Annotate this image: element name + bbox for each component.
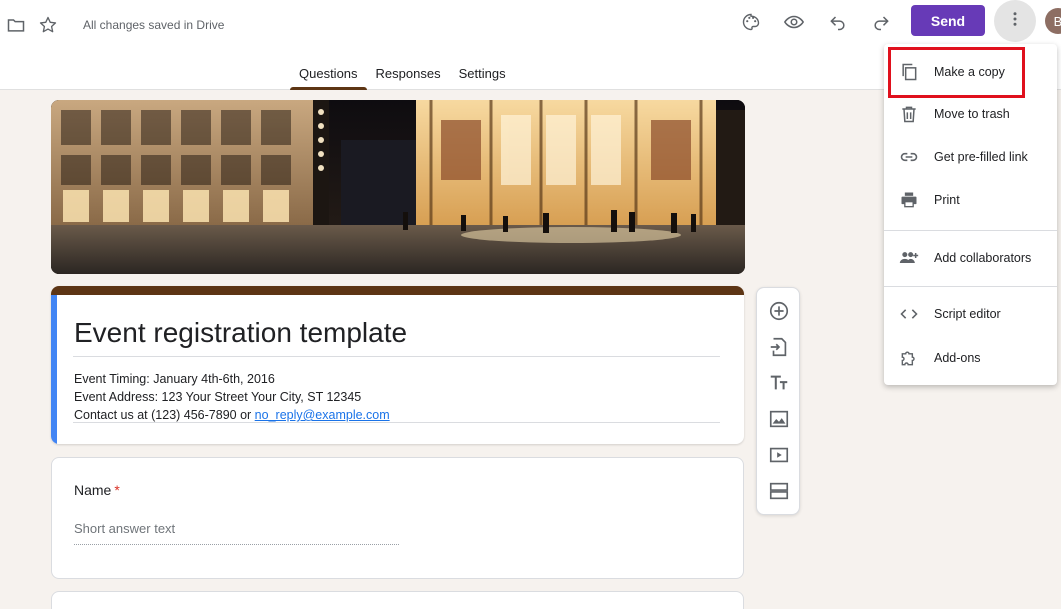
menu-item-get-pre-filled-link[interactable]: Get pre-filled link xyxy=(884,137,1057,177)
theme-band xyxy=(51,286,744,295)
form-title-card[interactable]: Event registration template Event Timing… xyxy=(51,286,744,444)
add-video-icon[interactable] xyxy=(767,443,791,467)
question-card-name[interactable]: Name * Short answer text xyxy=(51,457,744,579)
contact-email-link[interactable]: no_reply@example.com xyxy=(255,408,390,422)
menu-item-label: Move to trash xyxy=(934,107,1010,121)
highlight-box xyxy=(888,47,1025,98)
short-answer-input[interactable]: Short answer text xyxy=(74,521,399,545)
add-people-icon xyxy=(898,247,920,269)
event-timing: Event Timing: January 4th-6th, 2016 xyxy=(74,372,275,386)
save-status: All changes saved in Drive xyxy=(83,18,225,32)
tab-questions[interactable]: Questions xyxy=(290,60,367,90)
add-question-icon[interactable] xyxy=(767,299,791,323)
puzzle-icon xyxy=(898,347,920,369)
header-image xyxy=(51,100,745,274)
send-button[interactable]: Send xyxy=(911,5,985,36)
code-icon xyxy=(898,303,920,325)
required-mark: * xyxy=(114,482,120,498)
menu-item-move-to-trash[interactable]: Move to trash xyxy=(884,94,1057,134)
more-options-button[interactable] xyxy=(994,0,1036,42)
form-tabs: Questions Responses Settings xyxy=(290,60,515,90)
palette-icon[interactable] xyxy=(739,10,763,34)
menu-item-label: Script editor xyxy=(934,307,1001,321)
active-indicator xyxy=(51,295,57,444)
menu-item-script-editor[interactable]: Script editor xyxy=(884,294,1057,334)
menu-item-add-ons[interactable]: Add-ons xyxy=(884,338,1057,378)
header-image-drawing xyxy=(51,100,745,274)
more-vert-icon xyxy=(1006,10,1024,33)
form-description[interactable]: Event Timing: January 4th-6th, 2016 Even… xyxy=(74,370,390,424)
menu-divider xyxy=(884,230,1057,231)
add-image-icon[interactable] xyxy=(767,407,791,431)
menu-item-label: Add-ons xyxy=(934,351,981,365)
add-title-icon[interactable] xyxy=(767,371,791,395)
star-icon[interactable] xyxy=(37,14,59,36)
menu-item-print[interactable]: Print xyxy=(884,180,1057,220)
folder-icon[interactable] xyxy=(5,14,27,36)
avatar[interactable]: B xyxy=(1045,8,1061,34)
menu-item-label: Get pre-filled link xyxy=(934,150,1028,164)
tab-responses[interactable]: Responses xyxy=(367,60,450,90)
trash-icon xyxy=(898,103,920,125)
print-icon xyxy=(898,189,920,211)
menu-item-label: Print xyxy=(934,193,960,207)
eye-icon[interactable] xyxy=(782,10,806,34)
description-divider xyxy=(73,422,720,423)
tab-settings[interactable]: Settings xyxy=(450,60,515,90)
question-title-text: Name xyxy=(74,482,112,498)
add-section-icon[interactable] xyxy=(767,479,791,503)
menu-item-add-collaborators[interactable]: Add collaborators xyxy=(884,238,1057,278)
menu-item-label: Add collaborators xyxy=(934,251,1032,265)
contact-text: Contact us at (123) 456-7890 or xyxy=(74,408,255,422)
question-card-next[interactable] xyxy=(51,591,744,609)
link-icon xyxy=(898,146,920,168)
redo-icon[interactable] xyxy=(869,10,893,34)
event-address: Event Address: 123 Your Street Your City… xyxy=(74,390,362,404)
menu-divider xyxy=(884,286,1057,287)
undo-icon[interactable] xyxy=(826,10,850,34)
import-questions-icon[interactable] xyxy=(767,335,791,359)
form-title[interactable]: Event registration template xyxy=(74,316,407,350)
question-title: Name * xyxy=(74,482,120,498)
side-toolbar xyxy=(756,287,800,515)
title-divider xyxy=(73,356,720,357)
